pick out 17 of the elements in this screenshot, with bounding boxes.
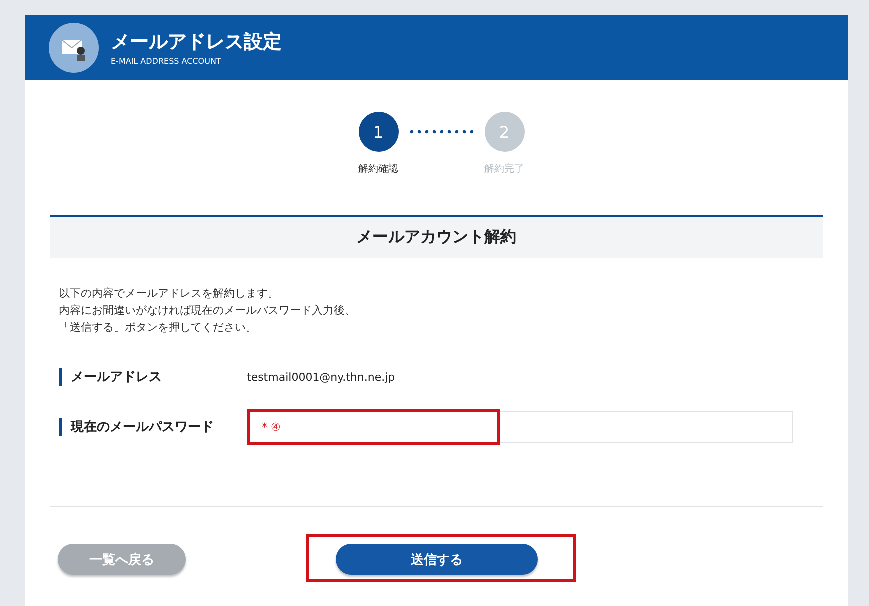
dotted-connector (408, 130, 474, 134)
section-title: メールアカウント解約 (356, 227, 516, 248)
annotation-marker: * ④ (262, 420, 281, 434)
page-subtitle: E-MAIL ADDRESS ACCOUNT (111, 57, 222, 66)
instruction-text: 内容にお間違いがなければ現在のメールパスワード入力後、 (59, 303, 357, 319)
field-label: 現在のメールパスワード (59, 418, 251, 436)
mail-user-icon (49, 22, 99, 72)
step-label: 解約確認 (358, 162, 398, 176)
submit-button[interactable]: 送信する (336, 544, 538, 575)
email-value: testmail0001@ny.thn.ne.jp (247, 370, 396, 384)
password-field[interactable]: * ④ (249, 411, 793, 443)
step-number: 2 (484, 112, 524, 152)
step-label: 解約完了 (484, 162, 524, 176)
page-title: メールアドレス設定 (111, 30, 282, 55)
instruction-text: 以下の内容でメールアドレスを解約します。 (59, 286, 280, 302)
step-number: 1 (358, 112, 398, 152)
instruction-text: 「送信する」ボタンを押してください。 (59, 320, 258, 336)
